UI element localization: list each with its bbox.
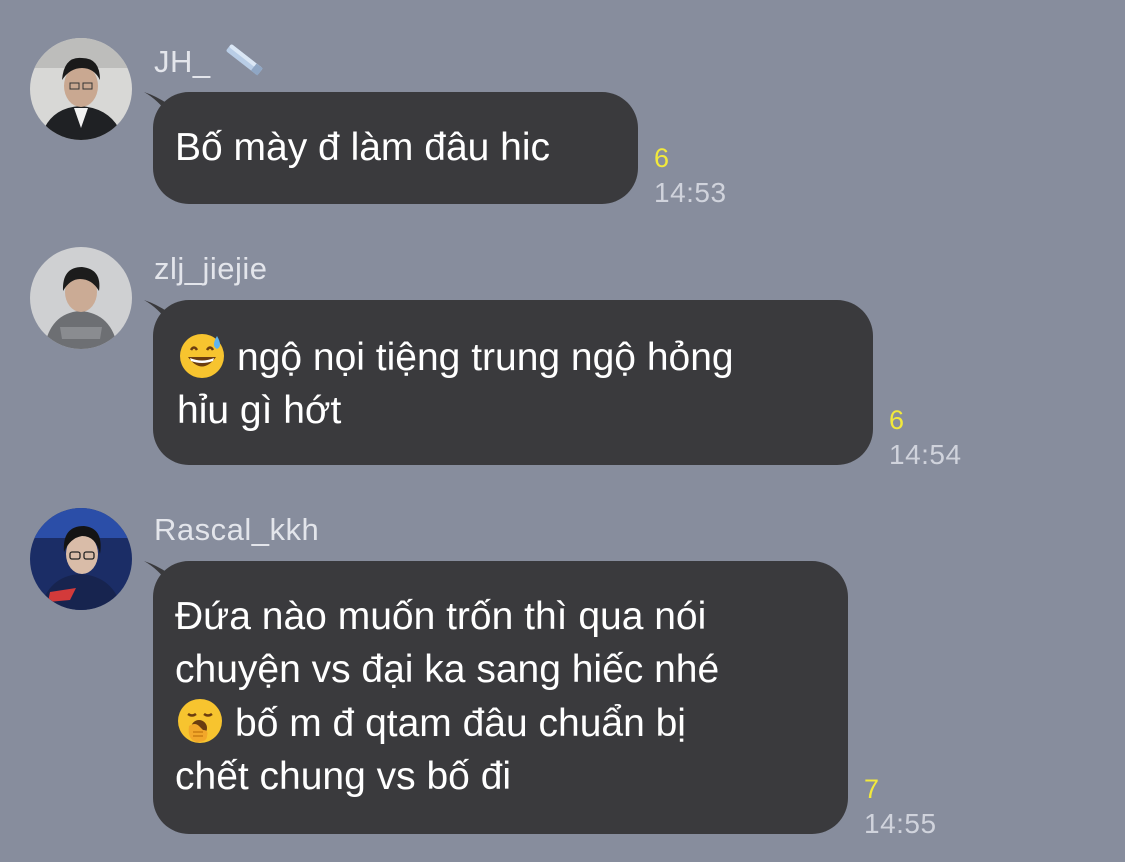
read-count: 7: [864, 774, 880, 804]
chat-message: Rascal_kkh Đứa nào muốn trốn thì qua nói…: [0, 0, 1125, 862]
message-bubble[interactable]: Đứa nào muốn trốn thì qua nói chuyện vs …: [153, 561, 848, 834]
message-text: Đứa nào muốn trốn thì qua nói: [175, 595, 707, 638]
yawning-face-emoji: [178, 699, 222, 743]
sender-name: Rascal_kkh: [154, 512, 319, 548]
timestamp: 14:55: [864, 808, 937, 839]
message-text: bố m đ qtam đâu chuẩn bị: [235, 702, 686, 745]
message-text: chết chung vs bố đi: [175, 755, 512, 798]
message-line: bố m đ qtam đâu chuẩn bị: [175, 696, 826, 750]
message-text: chuyện vs đại ka sang hiếc nhé: [175, 648, 720, 691]
avatar[interactable]: [30, 508, 132, 610]
avatar-image: [30, 508, 132, 610]
sender-name-text: Rascal_kkh: [154, 512, 320, 547]
